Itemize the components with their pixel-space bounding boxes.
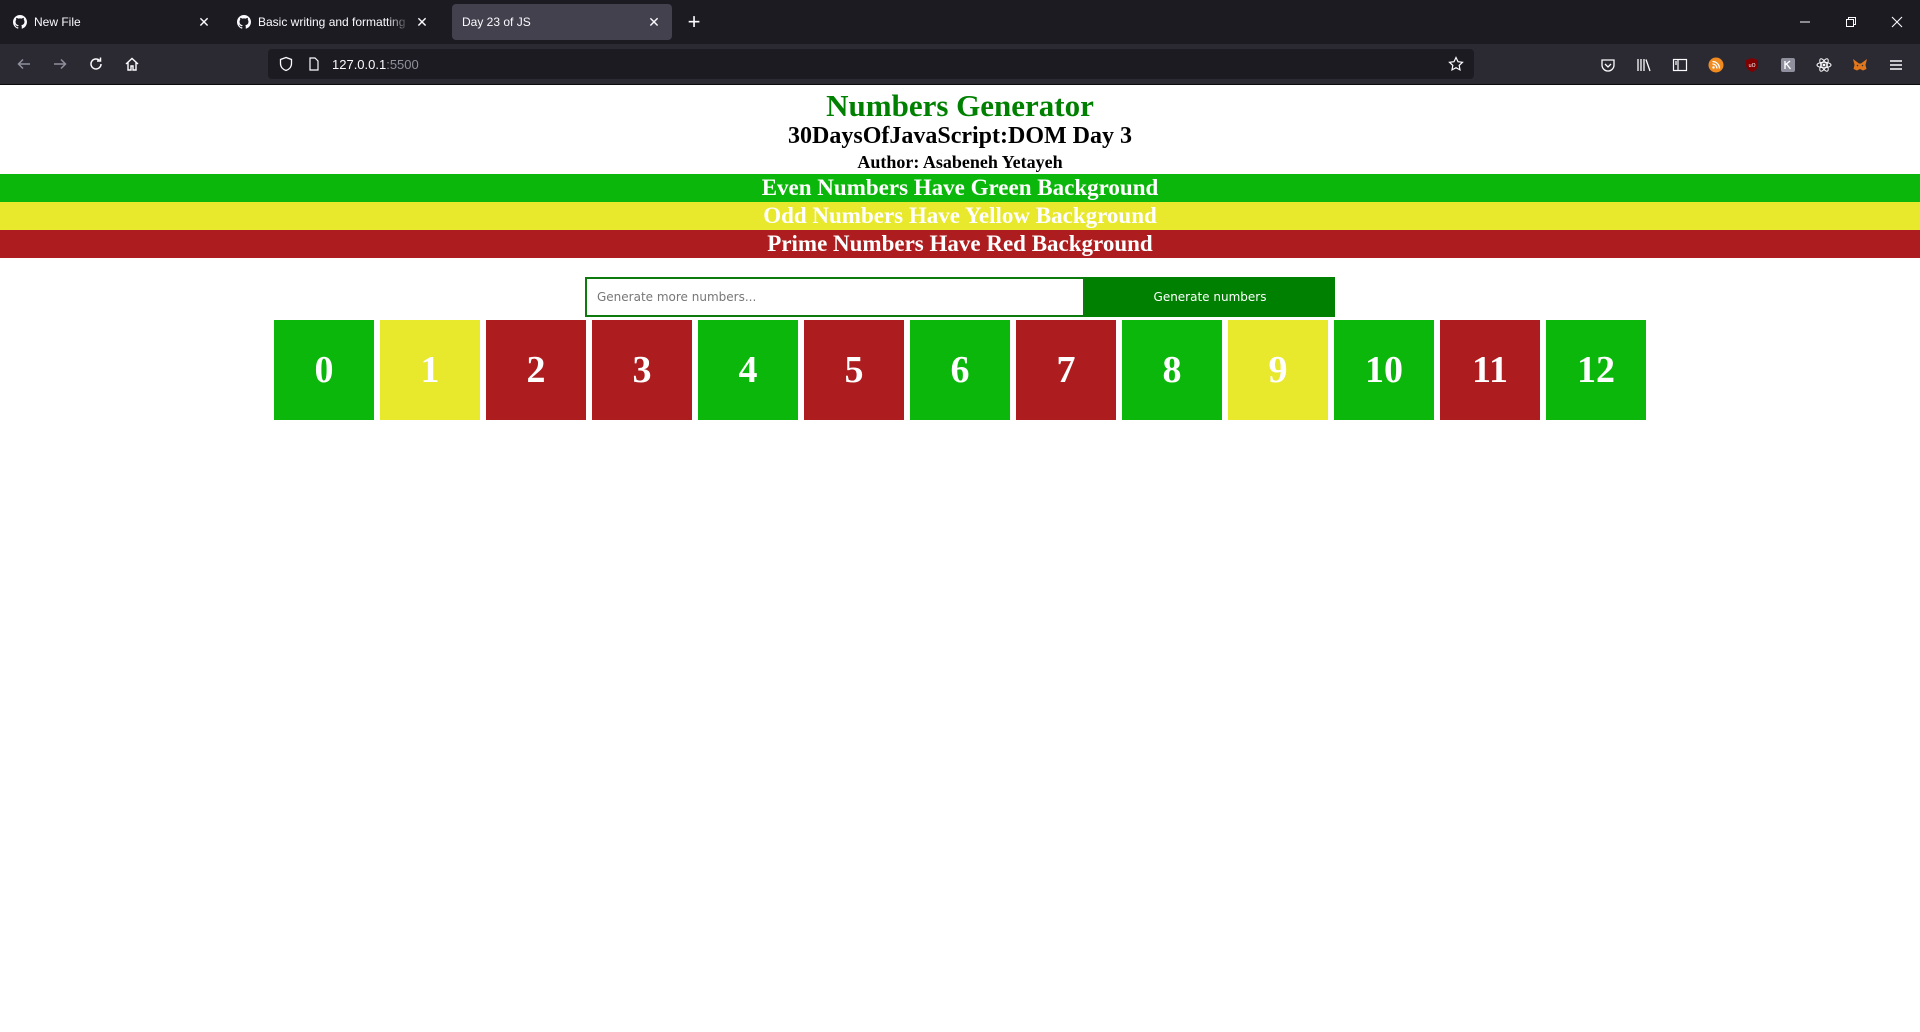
number-cell: 0 bbox=[274, 320, 374, 420]
sidebar-icon[interactable] bbox=[1669, 54, 1691, 76]
number-cell: 2 bbox=[486, 320, 586, 420]
navigation-bar: 127.0.0.1:5500 uO bbox=[0, 44, 1920, 85]
tab-title: New File bbox=[34, 15, 81, 29]
number-cell: 7 bbox=[1016, 320, 1116, 420]
page-content: Numbers Generator 30DaysOfJavaScript:DOM… bbox=[0, 86, 1920, 1032]
close-icon[interactable]: ✕ bbox=[414, 14, 430, 30]
metamask-fox-icon[interactable] bbox=[1849, 54, 1871, 76]
hamburger-menu-icon[interactable] bbox=[1885, 54, 1907, 76]
generate-numbers-input[interactable] bbox=[585, 277, 1085, 317]
tab-bar: New File ✕ Basic writing and formatting … bbox=[0, 0, 1920, 44]
shield-icon[interactable] bbox=[276, 54, 296, 74]
tab-title: Basic writing and formatting syntax bbox=[258, 15, 410, 29]
react-devtools-icon[interactable] bbox=[1813, 54, 1835, 76]
rss-extension-icon[interactable] bbox=[1705, 54, 1727, 76]
numbers-grid: 0 1 2 3 4 5 6 7 8 9 10 11 12 bbox=[274, 320, 1646, 420]
generate-numbers-button[interactable]: Generate numbers bbox=[1085, 277, 1335, 317]
minimize-icon[interactable] bbox=[1782, 0, 1828, 44]
pocket-icon[interactable] bbox=[1597, 54, 1619, 76]
restore-icon[interactable] bbox=[1828, 0, 1874, 44]
github-icon bbox=[12, 14, 28, 30]
close-window-icon[interactable] bbox=[1874, 0, 1920, 44]
close-icon[interactable]: ✕ bbox=[196, 14, 212, 30]
svg-text:uO: uO bbox=[1748, 63, 1755, 69]
tab-day-23-js[interactable]: Day 23 of JS ✕ bbox=[452, 4, 672, 40]
number-cell: 11 bbox=[1440, 320, 1540, 420]
legend-odd: Odd Numbers Have Yellow Background bbox=[0, 202, 1920, 230]
bookmark-star-icon[interactable] bbox=[1446, 54, 1466, 74]
number-cell: 8 bbox=[1122, 320, 1222, 420]
extension-icon[interactable] bbox=[1777, 54, 1799, 76]
url-bar[interactable]: 127.0.0.1:5500 bbox=[268, 49, 1474, 79]
github-icon bbox=[236, 14, 252, 30]
home-icon[interactable] bbox=[118, 50, 146, 78]
generate-form: Generate numbers bbox=[585, 277, 1335, 317]
number-cell: 4 bbox=[698, 320, 798, 420]
forward-arrow-icon[interactable] bbox=[46, 50, 74, 78]
number-cell: 6 bbox=[910, 320, 1010, 420]
reload-icon[interactable] bbox=[82, 50, 110, 78]
number-cell: 12 bbox=[1546, 320, 1646, 420]
ublock-origin-icon[interactable]: uO bbox=[1741, 54, 1763, 76]
back-arrow-icon[interactable] bbox=[10, 50, 38, 78]
number-cell: 5 bbox=[804, 320, 904, 420]
url-port: :5500 bbox=[386, 56, 419, 72]
tab-basic-writing[interactable]: Basic writing and formatting syntax ✕ bbox=[226, 4, 440, 40]
author-line: Author: Asabeneh Yetayeh bbox=[857, 152, 1063, 172]
number-cell: 10 bbox=[1334, 320, 1434, 420]
page-icon[interactable] bbox=[304, 54, 324, 74]
number-cell: 1 bbox=[380, 320, 480, 420]
legend-even: Even Numbers Have Green Background bbox=[0, 174, 1920, 202]
tab-new-file[interactable]: New File ✕ bbox=[2, 4, 222, 40]
url-host: 127.0.0.1 bbox=[332, 56, 387, 72]
number-cell: 9 bbox=[1228, 320, 1328, 420]
library-icon[interactable] bbox=[1633, 54, 1655, 76]
number-cell: 3 bbox=[592, 320, 692, 420]
tab-title: Day 23 of JS bbox=[462, 15, 531, 29]
close-icon[interactable]: ✕ bbox=[646, 14, 662, 30]
new-tab-button[interactable]: + bbox=[680, 8, 708, 36]
legend-prime: Prime Numbers Have Red Background bbox=[0, 230, 1920, 258]
url-text: 127.0.0.1:5500 bbox=[332, 57, 419, 72]
page-subtitle: 30DaysOfJavaScript:DOM Day 3 bbox=[788, 123, 1132, 149]
page-title: Numbers Generator bbox=[826, 88, 1094, 123]
